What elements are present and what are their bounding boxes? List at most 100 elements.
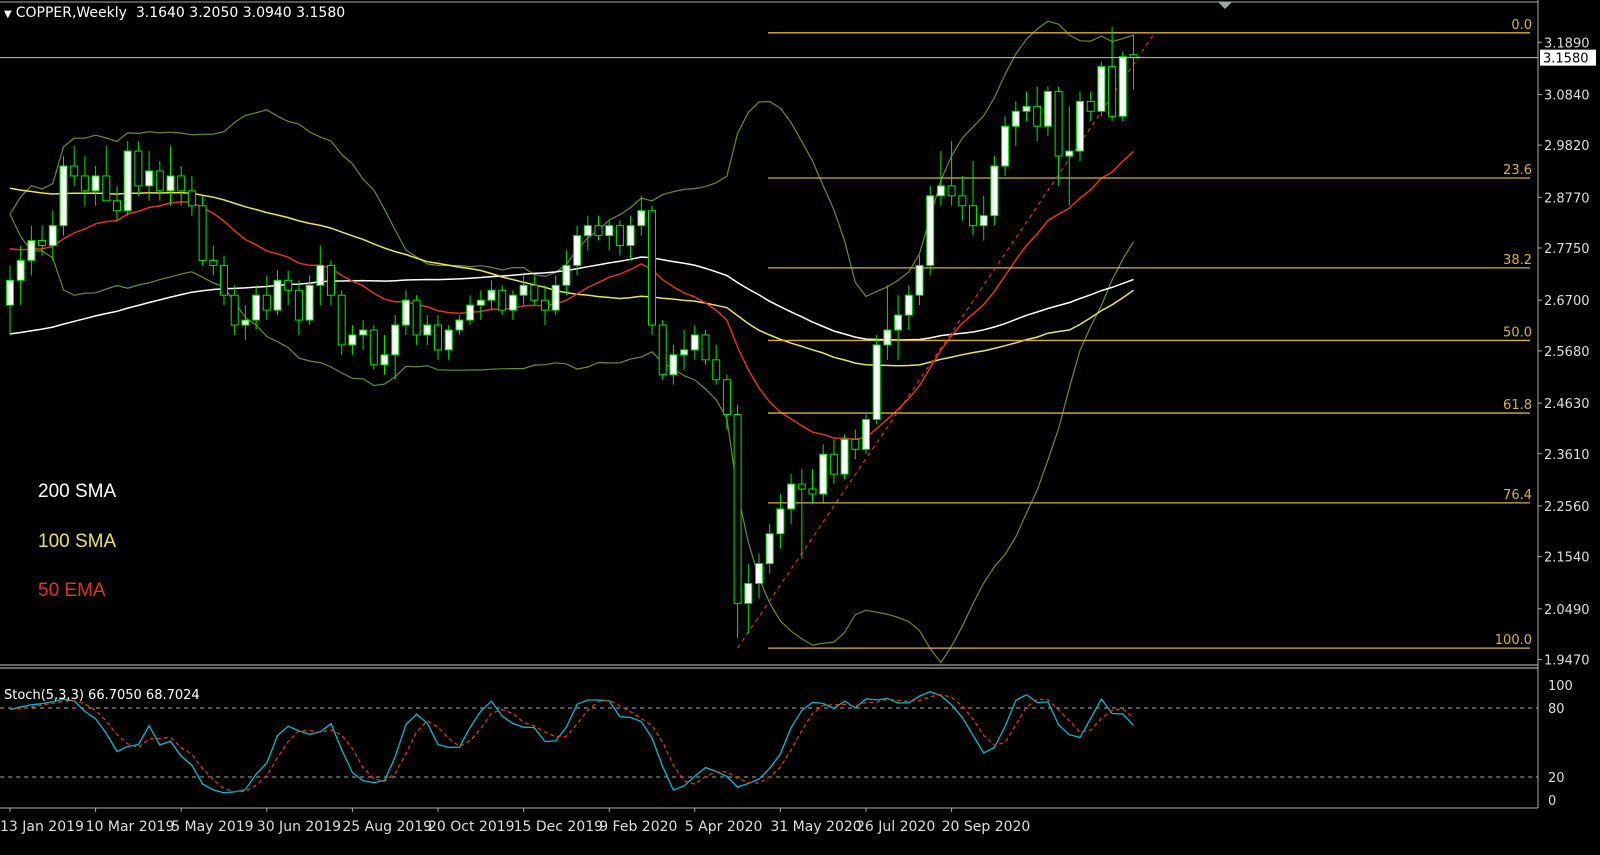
candle [755,563,763,584]
candle [904,294,913,316]
candle [401,299,410,326]
candle [1086,100,1095,112]
candle [1033,105,1042,127]
candle [273,279,282,311]
candle [787,483,796,510]
candle [102,175,111,202]
time-tick-label: 5 May 2019 [171,819,253,835]
candle [187,190,196,207]
candle [573,235,582,266]
chart-canvas[interactable]: 0.0 23.6 38.2 50.0 61.8 76.4 100.0 3.1890 3.084… [0,0,1600,855]
candle [27,240,36,261]
candle [305,284,314,321]
candle [733,414,742,604]
time-tick-label: 20 Sep 2020 [942,819,1031,835]
candle [466,304,475,321]
candle [113,200,121,212]
candle [455,319,464,331]
candle [1043,90,1052,127]
candle [701,334,710,361]
candle [626,225,635,247]
candle [1076,100,1084,152]
candle [669,354,678,376]
candle [337,294,346,346]
candle [840,438,849,475]
time-tick-label: 10 Mar 2019 [86,819,175,835]
candle [819,453,828,495]
candle [327,264,335,296]
price-tick-label: 2.4630 [1544,397,1590,412]
candle [658,324,667,376]
time-tick-label: 30 Jun 2019 [257,819,341,835]
candle [1097,66,1106,112]
candle [284,279,293,291]
candle [615,225,624,247]
time-tick-label: 15 Dec 2019 [514,819,603,835]
stoch-axis-label: 0 [1548,794,1556,809]
price-tick-label: 2.2560 [1544,500,1590,515]
candle [915,264,924,296]
price-tick-label: 2.8770 [1544,191,1590,206]
legend-200-sma: 200 SMA [38,481,117,502]
candle [680,349,689,356]
price-tick-label: 2.5680 [1544,345,1590,360]
candle [59,165,68,227]
fib-label: 100.0 [1495,633,1532,648]
candle [359,329,368,336]
candle [123,150,132,212]
candle [541,299,549,311]
fib-label: 23.6 [1503,163,1532,178]
candle [423,324,432,336]
time-tick-label: 31 May 2020 [770,819,861,835]
time-tick-label: 25 Aug 2019 [342,819,432,835]
dropdown-triangle-icon[interactable]: ▼ [4,9,12,20]
candle [220,264,228,296]
candle [519,284,528,296]
candle [765,533,774,565]
price-tick-label: 2.7750 [1544,242,1590,257]
stochastic-title: Stoch(5,3,3) 66.7050 68.7024 [4,688,200,703]
candle [70,165,79,177]
candle [209,259,218,266]
fib-label: 50.0 [1503,325,1532,340]
candle [969,205,977,227]
candle [444,329,453,351]
candle [883,329,892,346]
candle [862,418,870,450]
candle [230,294,239,326]
time-tick-label: 5 Apr 2020 [685,819,763,835]
candle [1065,150,1074,157]
candle [690,334,699,351]
fib-label: 0.0 [1511,18,1532,33]
candle [369,329,378,366]
candle [947,185,956,197]
candle [241,319,250,326]
candle [530,284,539,301]
candle [979,215,988,227]
candle [412,299,421,336]
candle [776,508,785,535]
stoch-axis-label: 100 [1548,679,1573,694]
candle [48,225,57,247]
candle [316,264,325,286]
stoch-axis-label: 80 [1548,702,1565,717]
candle [562,264,571,286]
candle [894,314,903,331]
candle [476,299,485,306]
price-tick-label: 2.9820 [1544,139,1590,154]
symbol-ohlc: 3.1640 3.2050 3.0940 3.1580 [135,5,346,21]
candle [262,294,271,311]
candle [829,453,838,475]
candle [583,225,592,237]
candle [1022,105,1031,112]
candle [145,170,154,187]
candle [252,294,261,321]
candle [797,483,806,490]
candle [637,210,646,227]
price-tick-label: 2.0490 [1544,603,1590,618]
candle [594,225,603,237]
candle [434,324,442,351]
candle [80,175,89,192]
candle [1054,90,1063,157]
candle [155,170,164,192]
